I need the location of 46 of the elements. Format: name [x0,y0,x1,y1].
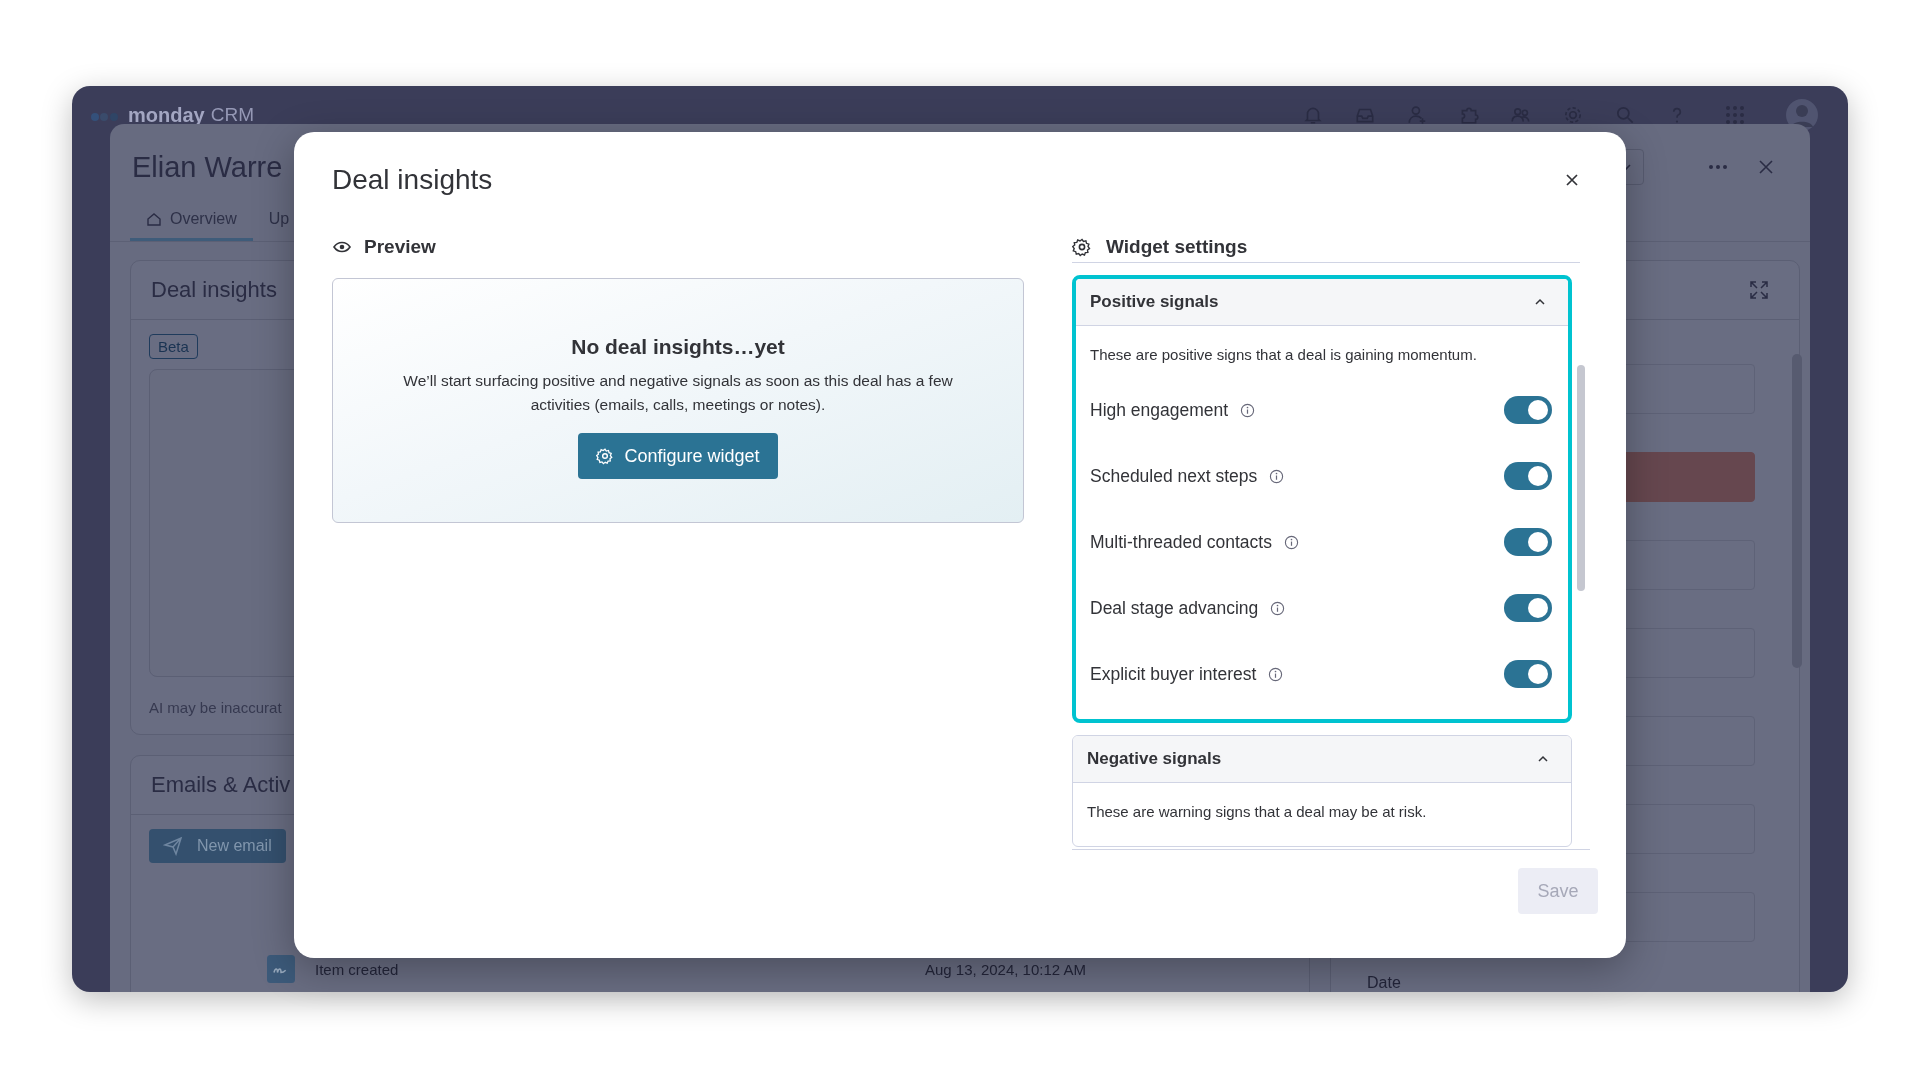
signal-label: Explicit buyer interest [1090,663,1257,685]
dialog-title: Deal insights [332,164,493,196]
logo-text: monday [128,103,205,127]
section-header[interactable]: Negative signals [1073,736,1571,783]
toggle-switch[interactable] [1504,528,1552,556]
section-description: These are positive signs that a deal is gaining momentum. [1090,346,1478,363]
info-icon[interactable] [1269,468,1285,484]
toggle-switch[interactable] [1504,462,1552,490]
new-email-button[interactable]: New email [149,829,286,863]
info-icon[interactable] [1270,600,1286,616]
more-icon[interactable] [1708,164,1728,170]
apps-grid-icon[interactable] [1724,104,1746,126]
configure-widget-button[interactable]: Configure widget [578,433,778,479]
expand-icon[interactable] [1749,280,1769,300]
toggle-switch[interactable] [1504,594,1552,622]
send-icon [163,836,183,856]
record-tab[interactable]: Overview [130,210,253,241]
activity-time: Aug 13, 2024, 10:12 AM [925,960,1086,978]
search-icon[interactable] [1614,104,1636,126]
signal-label: High engagement [1090,399,1229,421]
settings-icon [596,447,615,465]
home-icon [146,211,162,227]
toggle-switch[interactable] [1504,660,1552,688]
field-label: Date [1367,974,1401,992]
record-title: Elian Warre [132,150,283,184]
settings-icon[interactable] [1562,104,1584,126]
empty-state-text: We’ll start surfacing positive and negative signals as soon as this deal has a few activities (emails, calls, meetings or notes). [402,371,954,415]
section-heading: Preview [364,236,436,258]
beta-tag: Beta [149,334,198,359]
scrollbar[interactable] [1577,365,1585,591]
empty-state-title: No deal insights…yet [571,335,785,359]
activity-icon [267,955,295,983]
toggle-switch[interactable] [1504,396,1552,424]
section-header[interactable]: Positive signals [1076,279,1568,326]
signal-label: Scheduled next steps [1090,465,1258,487]
activity-text: Item created [315,960,400,978]
info-icon[interactable] [1240,402,1256,418]
person-add-icon[interactable] [1406,104,1428,126]
section-heading: Widget settings [1106,236,1248,258]
settings-icon [1072,237,1092,257]
signal-label: Deal stage advancing [1090,597,1259,619]
product-name: CRM [210,104,254,126]
close-icon[interactable] [1564,172,1580,188]
info-icon[interactable] [1283,534,1299,550]
info-icon[interactable] [1268,666,1284,682]
signal-label: Multi-threaded contacts [1090,531,1272,553]
